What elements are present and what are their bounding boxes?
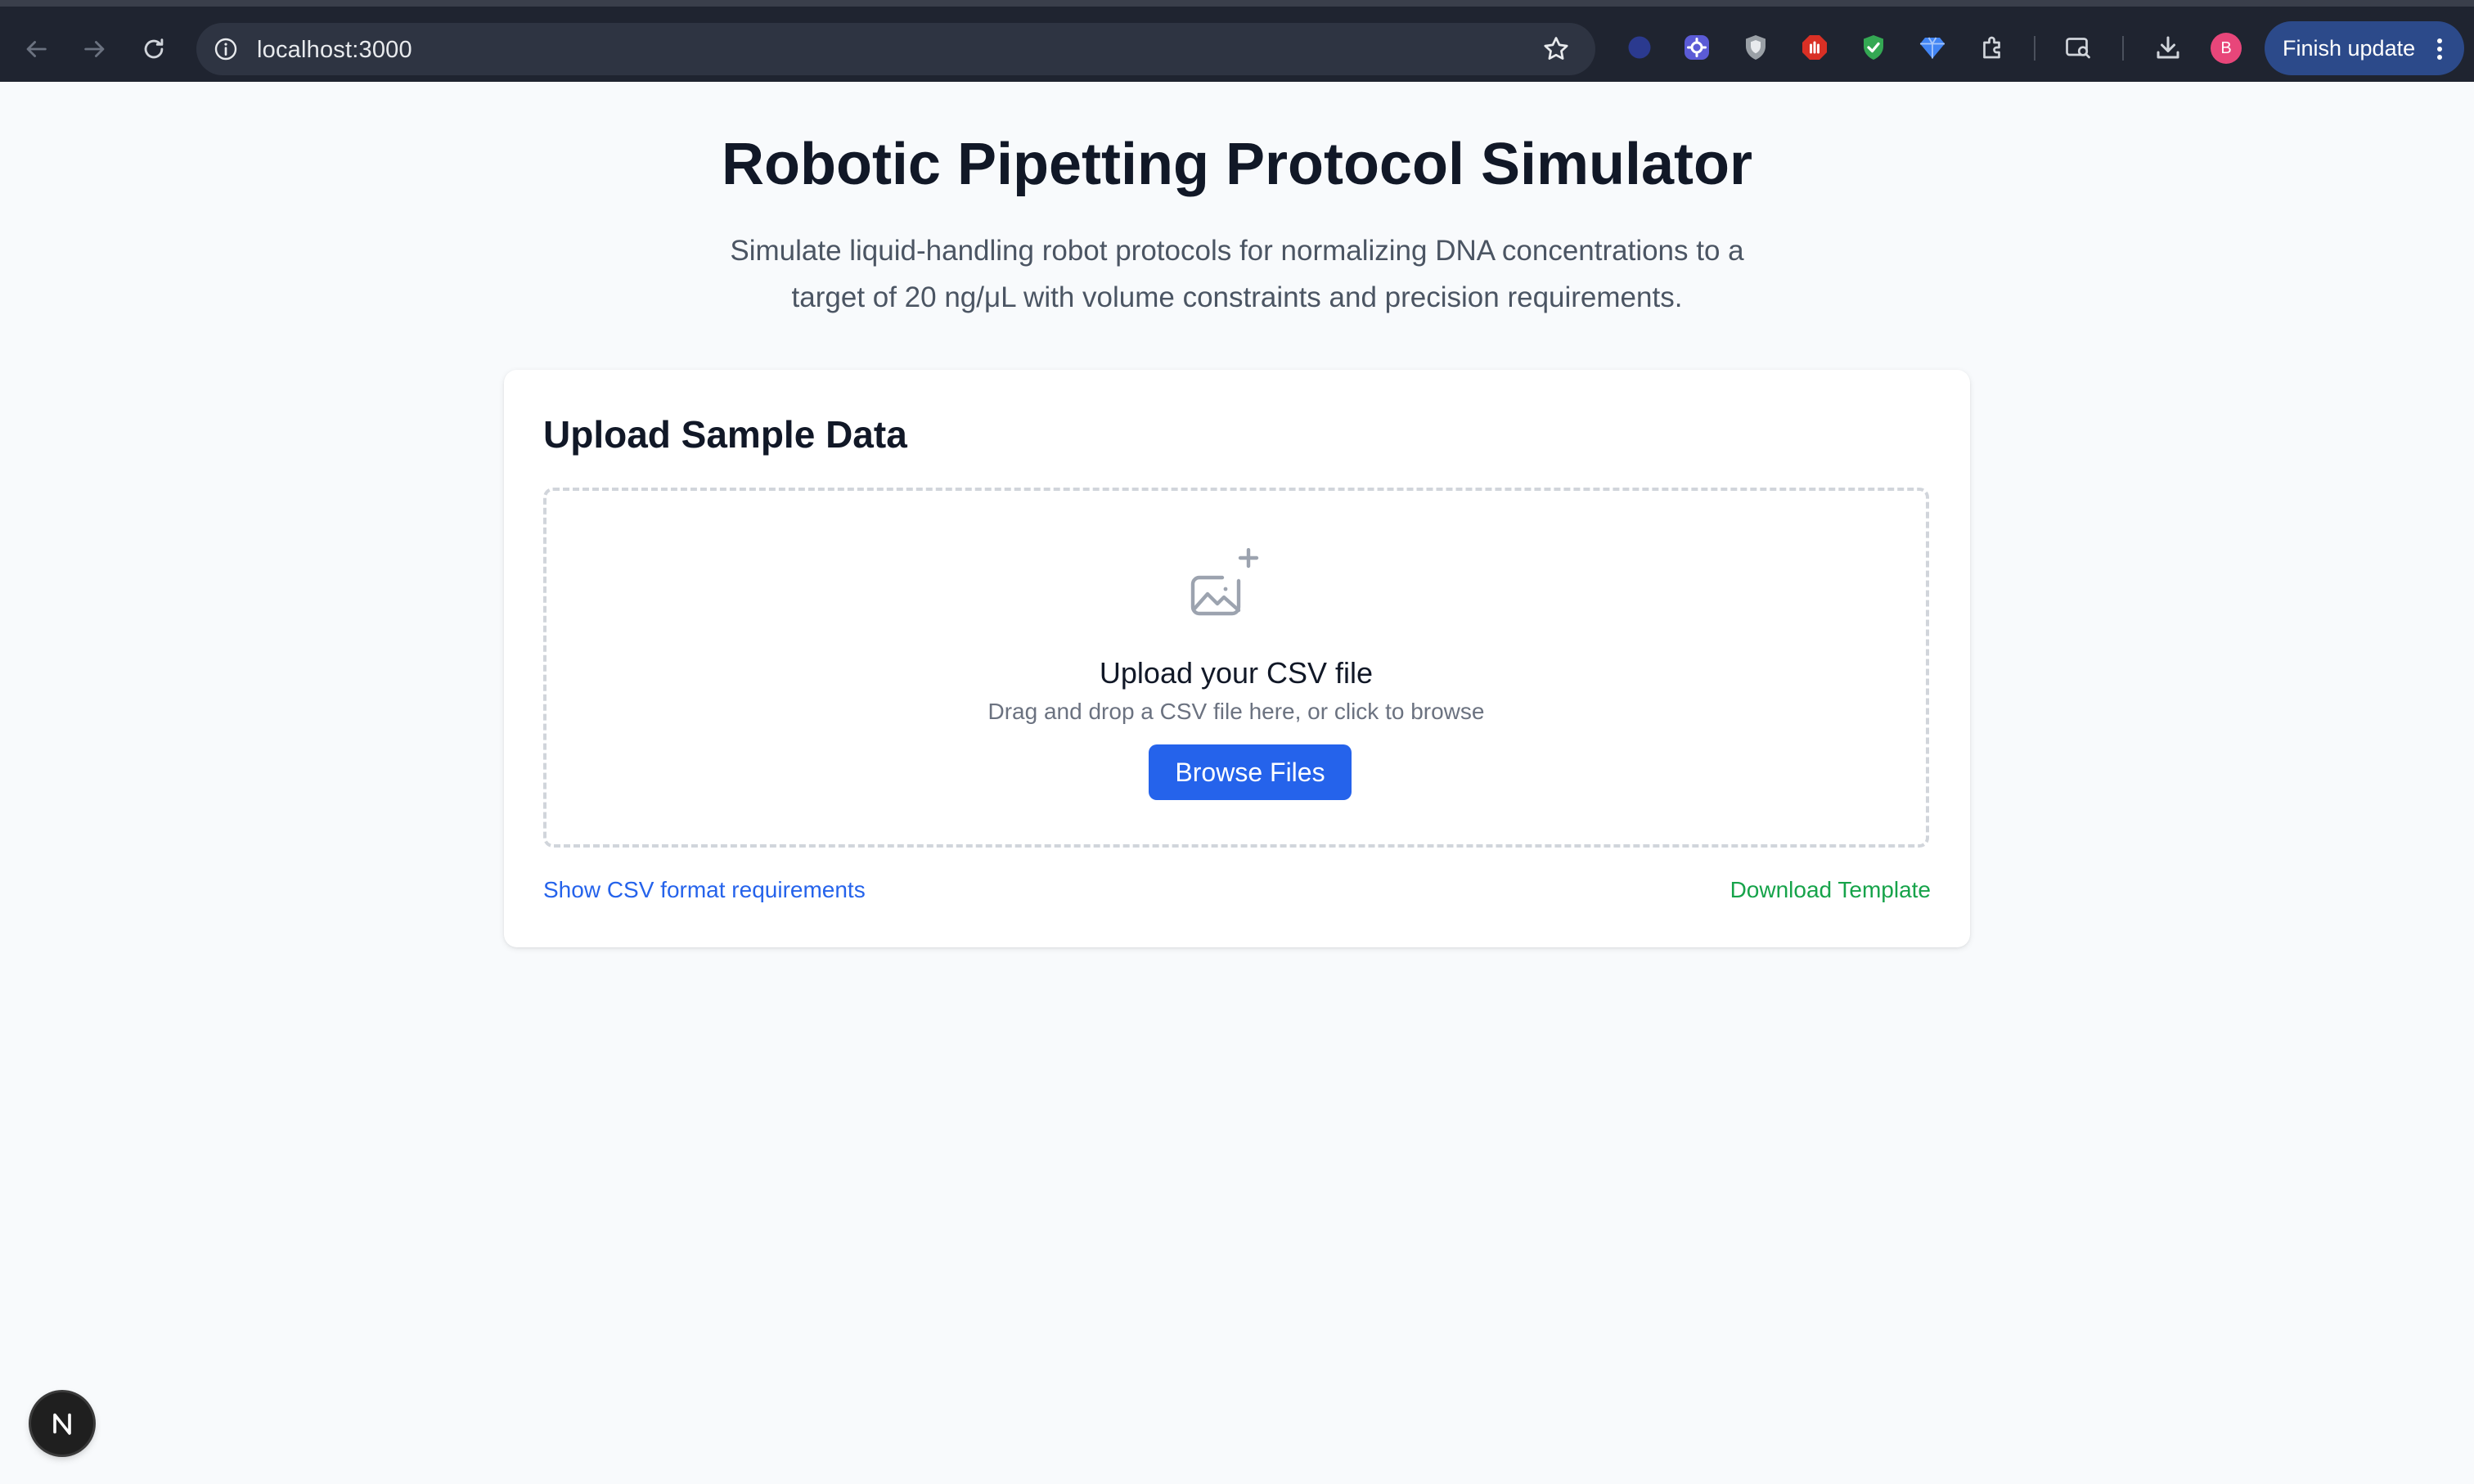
- forward-button[interactable]: [77, 31, 113, 67]
- show-csv-requirements-link[interactable]: Show CSV format requirements: [543, 877, 866, 903]
- url-text[interactable]: localhost:3000: [257, 37, 412, 64]
- forward-icon: [84, 41, 105, 57]
- star-icon[interactable]: [1541, 34, 1571, 64]
- extension-gear-icon[interactable]: [1682, 33, 1712, 62]
- nextjs-logo-icon: [53, 1413, 71, 1435]
- browser-toolbar: localhost:3000 B Finish update: [0, 0, 2474, 82]
- back-icon: [26, 41, 47, 57]
- extension-eclipse-icon[interactable]: [1625, 33, 1654, 62]
- address-bar[interactable]: localhost:3000: [196, 23, 1595, 75]
- reload-button[interactable]: [136, 31, 172, 67]
- nextjs-dev-badge[interactable]: [31, 1392, 93, 1455]
- finish-update-button[interactable]: Finish update: [2265, 21, 2464, 75]
- download-icon[interactable]: [2153, 33, 2183, 62]
- page-title: Robotic Pipetting Protocol Simulator: [722, 132, 1752, 197]
- reload-icon: [144, 38, 164, 59]
- more-icon: [2437, 38, 2442, 60]
- toolbar-divider: [2034, 36, 2035, 61]
- extension-check-shield-icon[interactable]: [1859, 33, 1888, 62]
- download-template-link[interactable]: Download Template: [1730, 877, 1931, 903]
- dropzone-hint: Drag and drop a CSV file here, or click …: [987, 699, 1485, 724]
- csv-dropzone[interactable]: Upload your CSV file Drag and drop a CSV…: [543, 488, 1929, 848]
- card-title: Upload Sample Data: [543, 413, 907, 456]
- profile-avatar[interactable]: B: [2211, 33, 2242, 64]
- extension-stop-icon[interactable]: [1800, 33, 1829, 62]
- extension-gem-icon[interactable]: [1918, 33, 1947, 62]
- upload-card: Upload Sample Data Upload your CSV file …: [504, 370, 1970, 947]
- tab-search-icon[interactable]: [2063, 33, 2093, 62]
- browse-files-button[interactable]: Browse Files: [1149, 744, 1352, 800]
- back-button[interactable]: [18, 31, 54, 67]
- extension-shield-icon[interactable]: [1741, 33, 1770, 62]
- toolbar-divider: [2122, 36, 2124, 61]
- extension-icon[interactable]: [1978, 33, 2008, 62]
- dropzone-title: Upload your CSV file: [1099, 656, 1374, 690]
- finish-update-label: Finish update: [2283, 35, 2416, 61]
- info-icon[interactable]: [213, 36, 239, 62]
- add-image-icon: [1190, 548, 1259, 616]
- page-subtitle: Simulate liquid-handling robot protocols…: [730, 235, 1744, 313]
